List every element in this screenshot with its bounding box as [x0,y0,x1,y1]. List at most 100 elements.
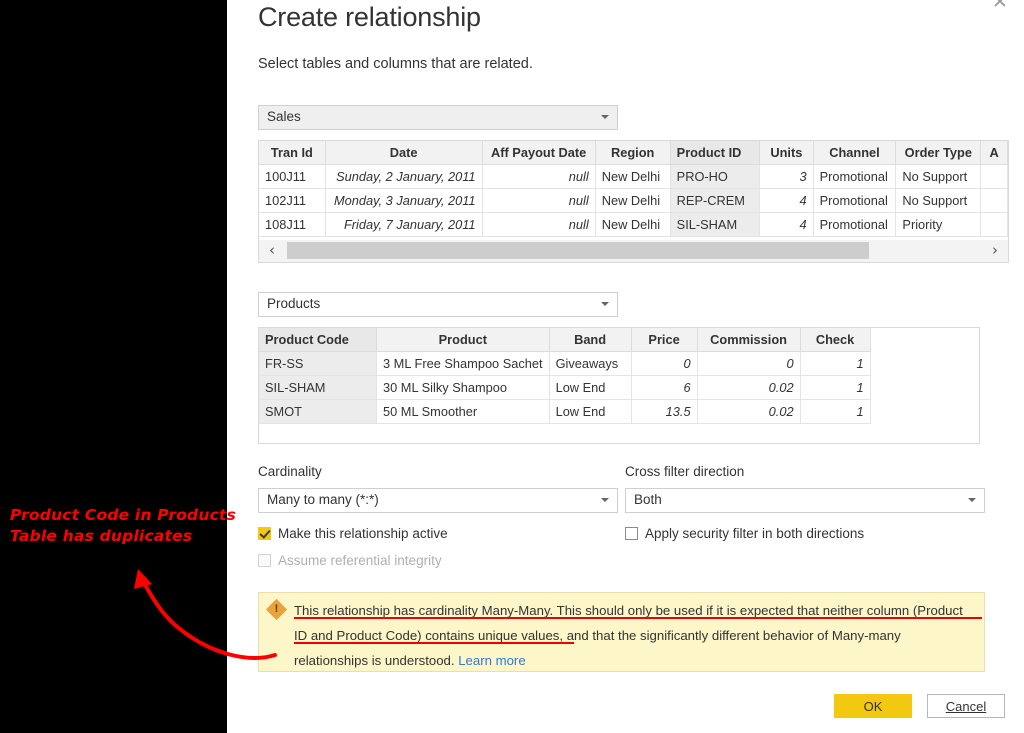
table-cell: No Support [895,164,982,189]
table-cell: 4 [759,212,814,237]
apply-security-filter-checkbox[interactable]: Apply security filter in both directions [625,526,864,541]
table-cell: FR-SS [259,351,377,376]
table-cell: 4 [759,188,814,213]
learn-more-link[interactable]: Learn more [458,653,525,668]
table-cell-empty [376,423,550,443]
table-cell: 100J11 [259,164,326,189]
column-header[interactable]: A [980,141,1008,165]
column-header[interactable]: Aff Payout Date [482,141,596,165]
cross-filter-direction-label: Cross filter direction [625,464,745,479]
column-header[interactable]: Commission [697,328,801,352]
warning-message: This relationship has cardinality Many-M… [294,598,974,673]
column-header[interactable]: Region [595,141,671,165]
chevron-down-icon [601,498,609,502]
table-cell: Giveaways [549,351,632,376]
cardinality-label: Cardinality [258,464,322,479]
table-cell: 3 [759,164,814,189]
cardinality-value: Many to many (*:*) [267,492,379,507]
table-row[interactable]: SIL-SHAM 30 ML Silky Shampoo Low End 6 0.02 1 [259,375,871,400]
ok-button[interactable]: OK [834,694,912,718]
column-header[interactable]: Price [631,328,698,352]
table-cell: 1 [800,375,871,400]
table-cell: No Support [895,188,982,213]
products-table-dropdown[interactable]: Products [258,292,618,317]
chevron-down-icon [968,498,976,502]
column-header[interactable]: Check [800,328,871,352]
warning-diamond-icon [265,598,288,621]
sales-table-dropdown[interactable]: Sales [258,105,618,130]
products-table: Product Code Product Band Price Commission Ch… [259,328,871,443]
column-header[interactable]: Units [759,141,814,165]
column-header[interactable]: Channel [813,141,897,165]
warning-message-text: This relationship has cardinality Many-M… [294,603,963,668]
table-cell: null [482,164,596,189]
table-cell-empty [549,423,632,443]
table-cell: 0 [631,351,698,376]
annotation-underline-2 [294,642,574,644]
column-header[interactable]: Product ID [670,141,761,165]
create-relationship-dialog: ✕ Create relationship Select tables and … [227,0,1024,733]
sales-horizontal-scrollbar[interactable]: ‹ › [258,240,1009,263]
sales-data-grid[interactable]: Tran Id Date Aff Payout Date Region Product … [258,140,1009,240]
assume-referential-integrity-label: Assume referential integrity [278,553,442,568]
apply-security-filter-label: Apply security filter in both directions [645,526,865,541]
table-cell: Priority [895,212,982,237]
table-cell-empty [259,423,377,443]
table-row[interactable]: 100J11 Sunday, 2 January, 2011 null New Del… [259,164,1008,189]
table-row[interactable]: 108J11 Friday, 7 January, 2011 null New Del… [259,212,1008,237]
cross-filter-direction-select[interactable]: Both [625,488,985,513]
table-cell: Promotional [813,188,897,213]
page-subtitle: Select tables and columns that are relat… [258,56,533,72]
table-cell: 13.5 [631,399,698,424]
column-header[interactable]: Order Type [895,141,982,165]
table-cell: 0 [697,351,801,376]
table-cell: Sunday, 2 January, 2011 [325,164,483,189]
column-header[interactable]: Tran Id [259,141,326,165]
table-cell: 0.02 [697,375,801,400]
make-relationship-active-label: Make this relationship active [278,526,448,541]
column-header[interactable]: Date [325,141,483,165]
cardinality-select[interactable]: Many to many (*:*) [258,488,618,513]
table-cell: REP-CREM [670,188,761,213]
column-header[interactable]: Band [549,328,632,352]
table-cell: null [482,188,596,213]
annotation-line-1: Product Code in Products [10,506,237,524]
table-row[interactable]: SMOT 50 ML Smoother Low End 13.5 0.02 1 [259,399,871,424]
table-row[interactable]: FR-SS 3 ML Free Shampoo Sachet Giveaways 0 0… [259,351,871,376]
scrollbar-thumb[interactable] [287,242,869,259]
scroll-left-icon[interactable]: ‹ [259,240,285,261]
table-cell: SMOT [259,399,377,424]
column-header[interactable]: Product Code [259,328,377,352]
table-cell: 30 ML Silky Shampoo [376,375,550,400]
table-cell: 3 ML Free Shampoo Sachet [376,351,550,376]
assume-referential-integrity-checkbox: Assume referential integrity [258,553,442,568]
make-relationship-active-checkbox[interactable]: Make this relationship active [258,526,448,541]
cross-filter-direction-value: Both [634,492,662,507]
table-cell [980,164,1008,189]
page-title: Create relationship [258,2,481,32]
handwritten-annotation: Product Code in Products Table has dupli… [10,505,260,547]
table-empty-row [259,423,871,443]
table-cell: SIL-SHAM [670,212,761,237]
table-header-row: Product Code Product Band Price Commission Ch… [259,328,871,352]
cancel-button[interactable]: Cancel [927,694,1005,718]
table-cell: SIL-SHAM [259,375,377,400]
table-cell: Low End [549,375,632,400]
table-cell: Friday, 7 January, 2011 [325,212,483,237]
column-header[interactable]: Product [376,328,550,352]
scroll-right-icon[interactable]: › [982,240,1008,261]
close-icon[interactable]: ✕ [990,0,1010,12]
table-cell: Promotional [813,164,897,189]
table-row[interactable]: 102J11 Monday, 3 January, 2011 null New Del… [259,188,1008,213]
table-cell-empty [631,423,698,443]
table-cell: New Delhi [595,212,671,237]
table-cell: 1 [800,351,871,376]
table-cell: 1 [800,399,871,424]
products-data-grid[interactable]: Product Code Product Band Price Commission Ch… [258,327,980,444]
background-panel [0,0,227,733]
sales-table: Tran Id Date Aff Payout Date Region Product … [259,141,1008,237]
table-cell [980,188,1008,213]
table-cell: 102J11 [259,188,326,213]
table-cell: null [482,212,596,237]
chevron-down-icon [601,115,609,119]
